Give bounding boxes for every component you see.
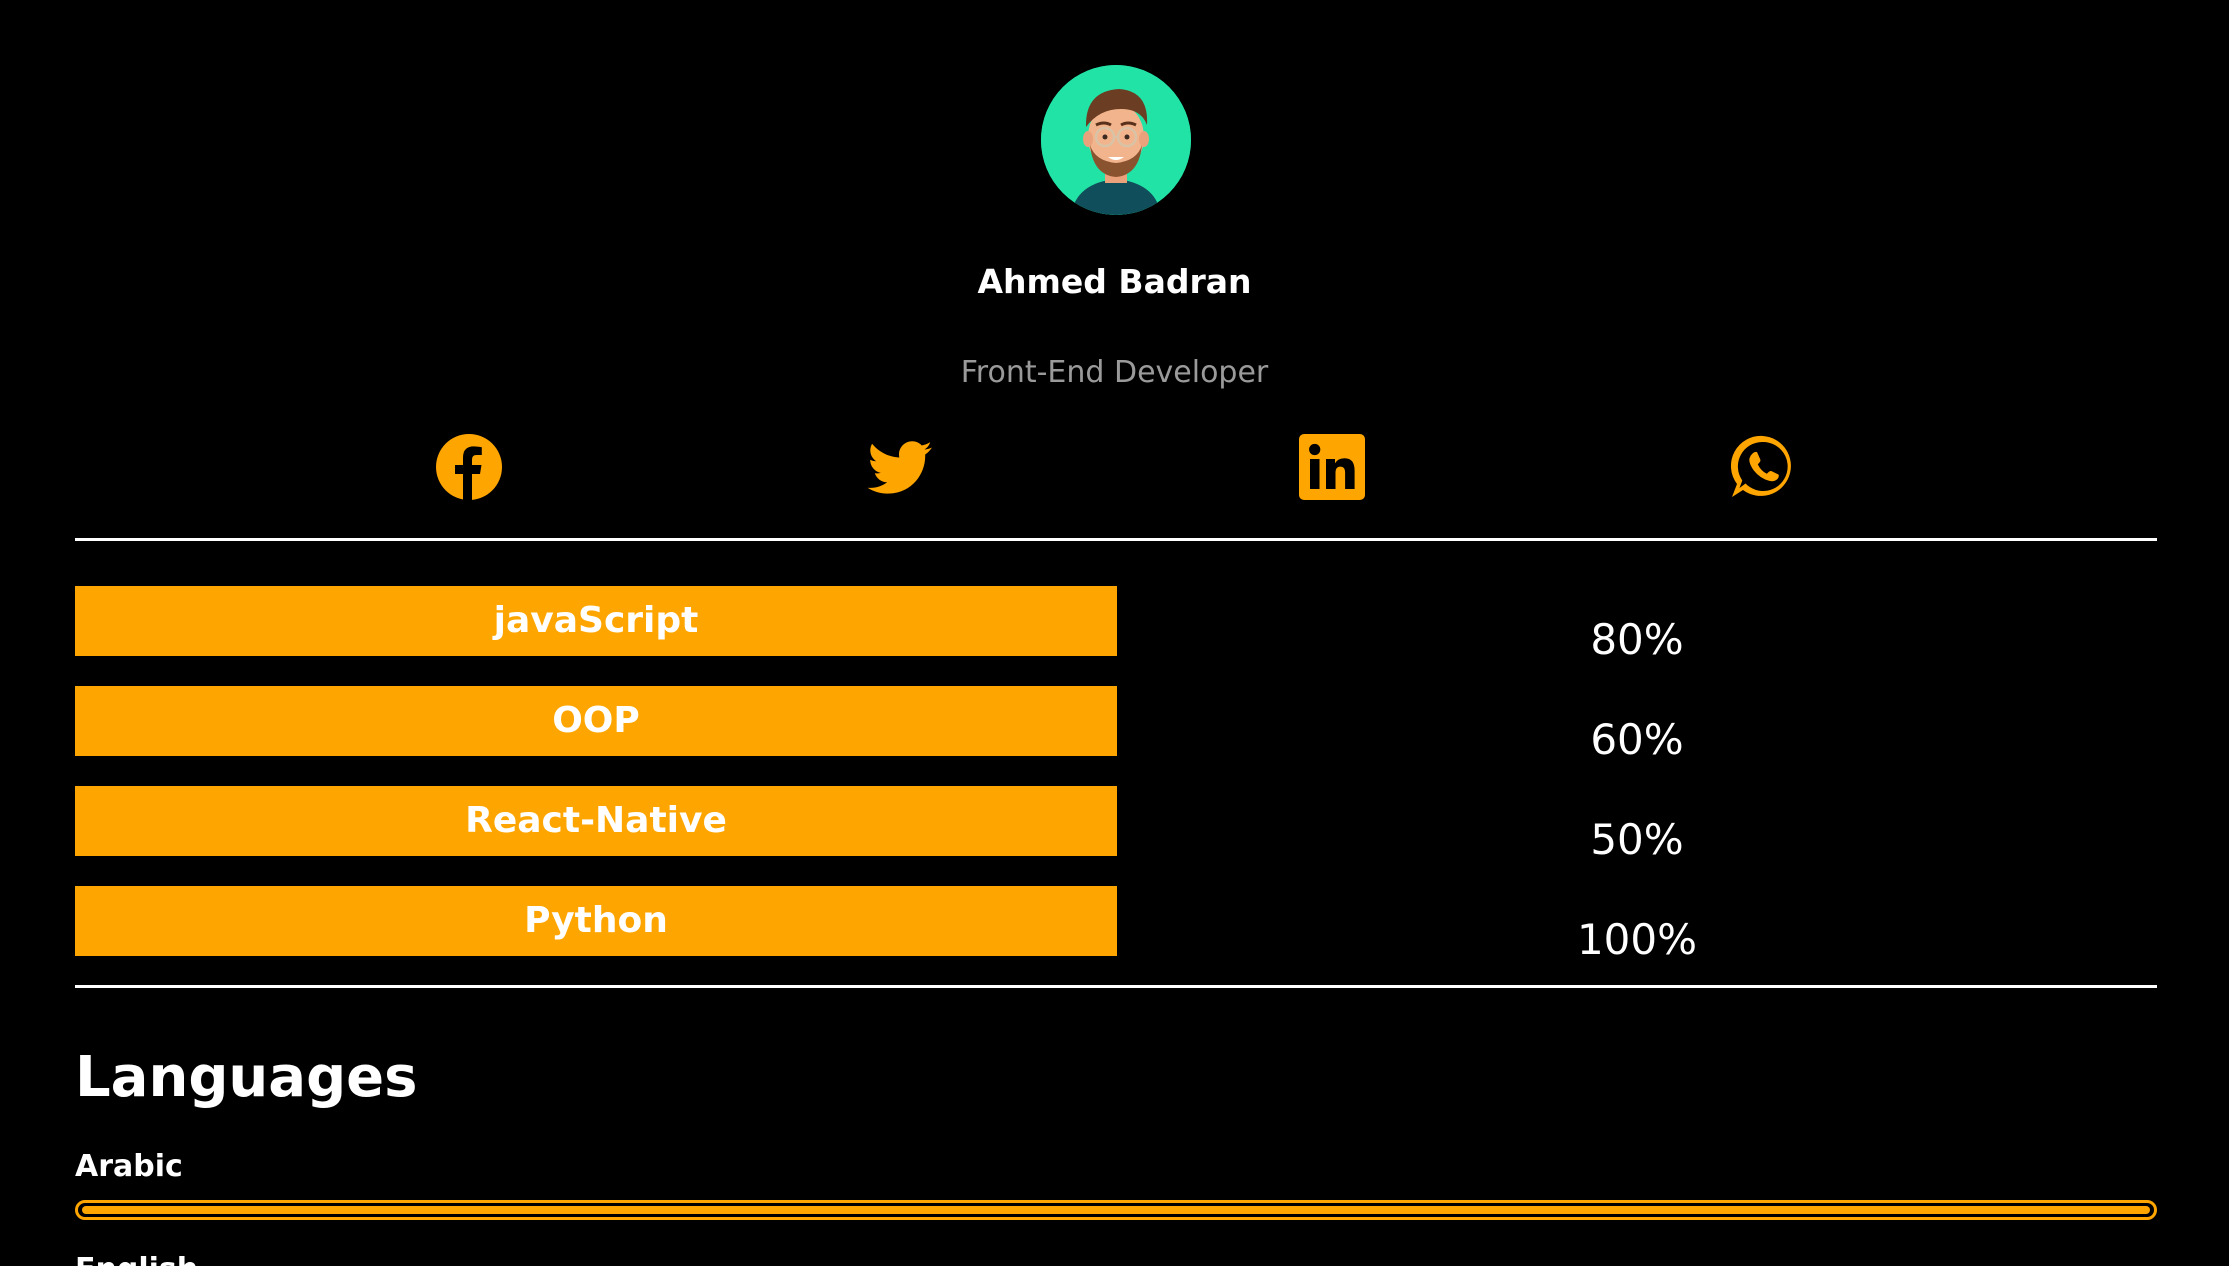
linkedin-link[interactable] — [1298, 433, 1366, 501]
skill-bar-react-native: React-Native — [75, 786, 1117, 856]
facebook-link[interactable] — [435, 433, 503, 501]
whatsapp-link[interactable] — [1729, 433, 1797, 501]
language-label-arabic: Arabic — [75, 1149, 183, 1184]
language-progress-fill — [82, 1206, 2150, 1214]
twitter-link[interactable] — [866, 433, 934, 501]
divider-top — [75, 538, 2157, 541]
skill-percent-javascript: 80% — [1590, 615, 1684, 664]
skill-bar-python: Python — [75, 886, 1117, 956]
profile-name: Ahmed Badran — [977, 262, 1252, 301]
skill-bar-oop: OOP — [75, 686, 1117, 756]
skill-percent-react-native: 50% — [1590, 815, 1684, 864]
avatar-illustration — [1041, 65, 1191, 215]
language-progress-arabic — [75, 1200, 2157, 1220]
languages-heading: Languages — [75, 1045, 418, 1110]
skill-percent-oop: 60% — [1590, 715, 1684, 764]
profile-role: Front-End Developer — [960, 355, 1269, 390]
whatsapp-icon — [1730, 435, 1791, 497]
facebook-icon — [436, 434, 502, 500]
avatar — [1041, 65, 1191, 215]
profile-page: Ahmed Badran Front-End Developer javaScr… — [0, 0, 2229, 1266]
language-label-english: English — [75, 1252, 198, 1266]
skill-percent-python: 100% — [1576, 915, 1698, 964]
skill-bar-javascript: javaScript — [75, 586, 1117, 656]
linkedin-icon — [1299, 434, 1365, 500]
divider-bottom — [75, 985, 2157, 988]
twitter-icon — [867, 441, 932, 494]
